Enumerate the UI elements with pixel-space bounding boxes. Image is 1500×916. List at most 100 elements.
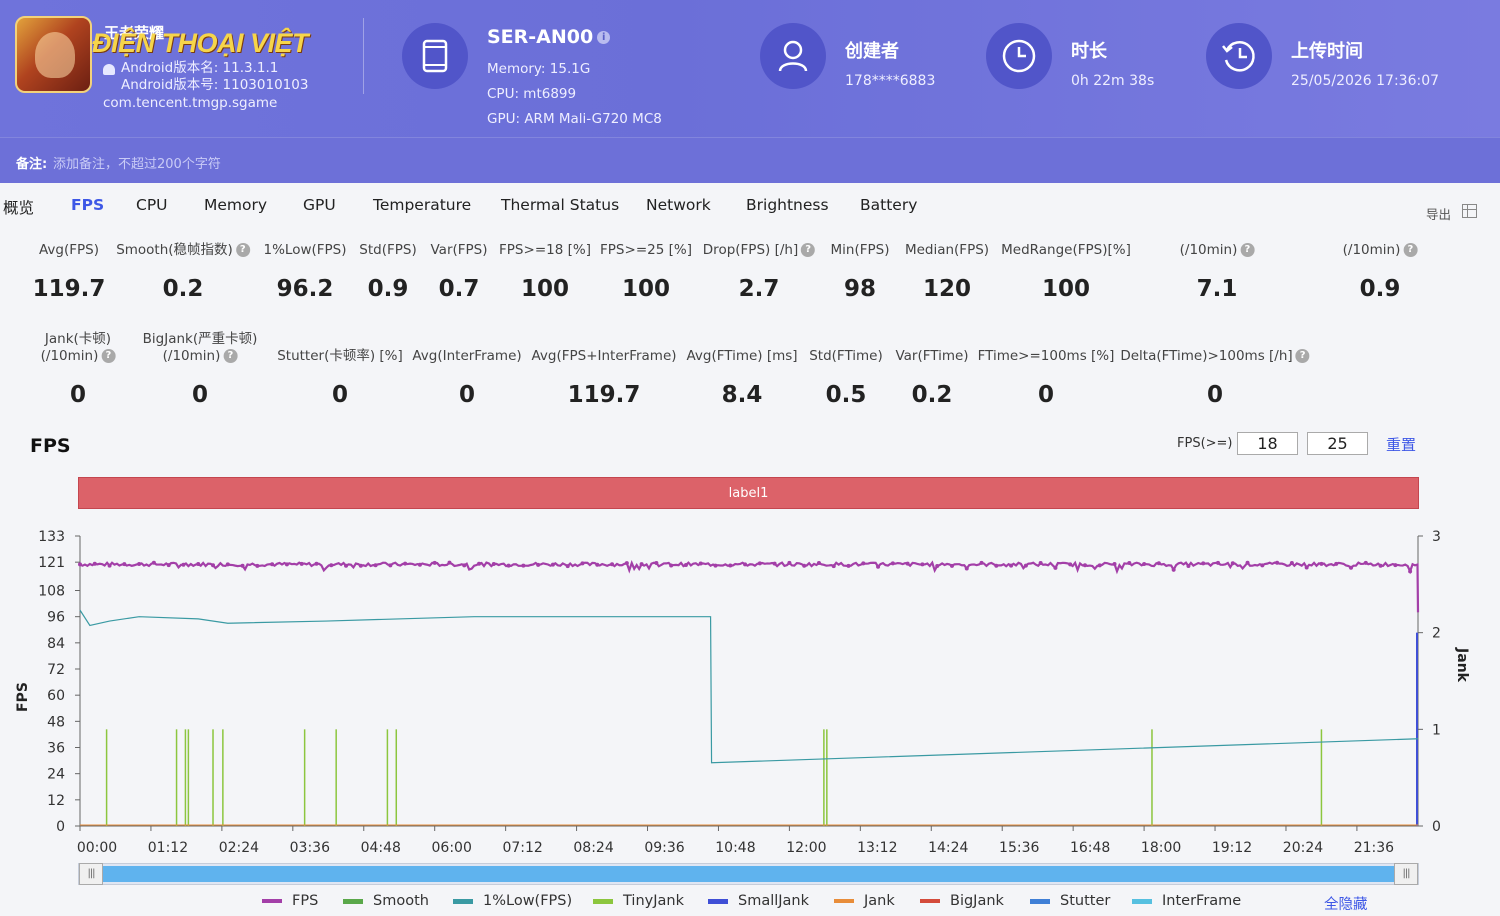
slider-handle-right[interactable]: |||: [1394, 863, 1418, 885]
legend-item[interactable]: Stutter: [1030, 893, 1110, 909]
slider-range-fill[interactable]: [103, 866, 1394, 882]
help-icon[interactable]: ?: [801, 243, 816, 257]
help-icon[interactable]: ?: [235, 243, 250, 257]
help-icon[interactable]: ?: [1403, 243, 1418, 257]
header-divider: [363, 18, 364, 94]
fps-point: [344, 563, 349, 568]
tab-item[interactable]: Memory: [204, 196, 267, 214]
legend-item[interactable]: TinyJank: [593, 893, 684, 909]
fps-point: [1319, 561, 1324, 566]
help-icon[interactable]: ?: [223, 349, 238, 363]
creator-label: 创建者: [845, 41, 899, 62]
note-label: 备注:: [16, 157, 48, 172]
legend-label: FPS: [292, 893, 319, 909]
legend-item[interactable]: Smooth: [343, 893, 429, 909]
fps-line: [79, 559, 1420, 613]
x-tick-label: 19:12: [1212, 840, 1252, 856]
fps-point: [122, 562, 127, 567]
fps-point: [477, 561, 482, 566]
x-tick-label: 08:24: [573, 840, 613, 856]
fps-point: [447, 560, 452, 565]
note-input[interactable]: 添加备注，不超过200个字符: [53, 153, 221, 172]
y2-tick-label: 3: [1432, 529, 1441, 545]
help-icon[interactable]: ?: [1240, 243, 1255, 257]
y2-tick-label: 1: [1432, 722, 1441, 738]
table-icon[interactable]: [1462, 204, 1477, 218]
fps-point: [1053, 565, 1058, 570]
stat-label: Stutter(卡顿率) [%]: [277, 348, 403, 364]
legend-label: InterFrame: [1162, 893, 1242, 909]
stat-value: 0.9: [1359, 276, 1401, 302]
stat-label: Smooth(稳帧指数)?: [116, 242, 250, 259]
tab-item[interactable]: FPS: [71, 196, 104, 214]
tab-item[interactable]: 概览: [3, 196, 34, 218]
phone-icon: [402, 23, 468, 89]
legend-item[interactable]: Jank: [834, 893, 895, 909]
android-icon: [103, 64, 115, 75]
fps-point: [816, 560, 821, 565]
fps-point: [1127, 561, 1132, 566]
stat-label: Drop(FPS) [/h]?: [703, 242, 816, 259]
legend-item[interactable]: SmallJank: [708, 893, 809, 909]
device-cpu: CPU: mt6899: [487, 86, 577, 102]
tab-item[interactable]: Brightness: [746, 196, 829, 214]
fps-point: [757, 561, 762, 566]
legend-swatch: [593, 898, 613, 904]
fps-chart[interactable]: 01224364860728496108121133012300:00 01:12…: [0, 520, 1500, 860]
fps-point: [639, 562, 644, 567]
legend-item[interactable]: BigJank: [920, 893, 1004, 909]
tab-item[interactable]: Temperature: [373, 196, 471, 214]
fps-point: [624, 561, 629, 566]
y-tick-label: 133: [38, 529, 65, 545]
fps-point: [1082, 563, 1087, 568]
tab-item[interactable]: Battery: [860, 196, 917, 214]
stat-value: 0.5: [825, 382, 867, 408]
legend-label: SmallJank: [738, 893, 810, 909]
fps-point: [1023, 563, 1028, 568]
fps-point: [388, 563, 393, 568]
fps-point: [107, 563, 112, 568]
report-header: 王者荣耀 ĐIỆN THOẠI VIỆT Android版本名: 11.3.1.…: [0, 0, 1500, 137]
help-icon[interactable]: ?: [1295, 349, 1310, 363]
fps-point: [580, 561, 585, 566]
fps-point: [654, 561, 659, 566]
y2-tick-label: 0: [1432, 819, 1441, 835]
fps-point: [713, 563, 718, 568]
help-icon[interactable]: ?: [101, 349, 116, 363]
chart-legend: FPS Smooth 1%Low(FPS) TinyJank SmallJank Jank…: [0, 893, 1500, 913]
duration-label: 时长: [1071, 41, 1107, 62]
fps-point: [462, 563, 467, 568]
export-button[interactable]: 导出: [1426, 204, 1451, 223]
fps-threshold-input-2[interactable]: [1307, 432, 1368, 455]
stat-label: FPS>=18 [%]: [499, 242, 591, 258]
y-tick-label: 12: [47, 793, 65, 809]
fps-point: [491, 561, 496, 566]
time-range-slider[interactable]: ||| |||: [78, 863, 1419, 885]
fps-threshold-input-1[interactable]: [1237, 432, 1298, 455]
stat-label: Std(FPS): [359, 242, 417, 258]
y-tick-label: 96: [47, 610, 65, 626]
note-bar[interactable]: 备注: 添加备注，不超过200个字符: [0, 137, 1500, 183]
fps-point: [521, 563, 526, 568]
x-tick-label: 04:48: [361, 840, 401, 856]
legend-item[interactable]: InterFrame: [1132, 893, 1241, 909]
tab-item[interactable]: Network: [646, 196, 711, 214]
tab-item[interactable]: CPU: [136, 196, 168, 214]
x-tick-label: 21:36: [1354, 840, 1394, 856]
device-gpu: GPU: ARM Mali-G720 MC8: [487, 111, 662, 127]
fps-point: [920, 562, 925, 567]
reset-button[interactable]: 重置: [1386, 434, 1416, 455]
legend-item[interactable]: 1%Low(FPS): [453, 893, 572, 909]
clock-icon: [986, 23, 1052, 89]
x-tick-label: 01:12: [148, 840, 188, 856]
label-bar[interactable]: label1: [78, 477, 1419, 509]
fps-point: [270, 562, 275, 567]
stat-value: 0: [69, 382, 87, 408]
tab-item[interactable]: GPU: [303, 196, 336, 214]
stat-value: 0.9: [367, 276, 409, 302]
legend-item[interactable]: FPS: [262, 893, 318, 909]
info-icon[interactable]: i: [597, 31, 611, 44]
tab-item[interactable]: Thermal Status: [501, 196, 619, 214]
slider-handle-left[interactable]: |||: [79, 863, 103, 885]
hide-all-button[interactable]: 全隐藏: [1324, 893, 1368, 914]
